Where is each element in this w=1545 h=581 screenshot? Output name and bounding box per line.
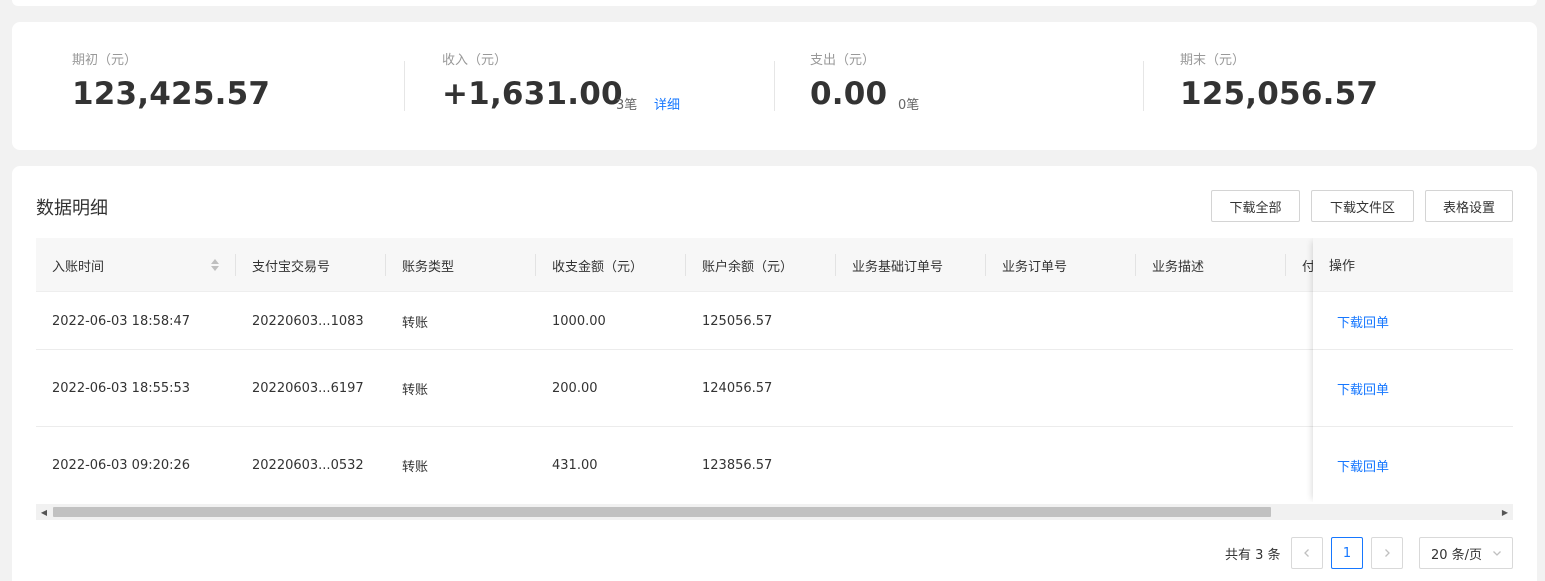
cell-amount: 200.00 bbox=[552, 380, 598, 396]
cell-trade-no: 20220603...6197 bbox=[252, 380, 364, 396]
stat-expense-value: 0.00 bbox=[810, 76, 888, 112]
table-header: 入账时间 支付宝交易号 账务类型 收支金额（元） 账户余额（元） 业务基础订单号… bbox=[36, 238, 1513, 292]
prev-page-button[interactable] bbox=[1291, 537, 1323, 569]
stat-closing-label: 期末（元） bbox=[1180, 53, 1246, 68]
stat-opening-value: 123,425.57 bbox=[72, 76, 271, 112]
page-size-select[interactable]: 20 条/页 bbox=[1419, 537, 1513, 569]
stat-income-value: +1,631.00 bbox=[442, 76, 623, 112]
col-header-time[interactable]: 入账时间 bbox=[36, 238, 236, 292]
cell-balance: 125056.57 bbox=[702, 313, 773, 329]
cell-type: 转账 bbox=[402, 459, 429, 475]
download-receipt-link[interactable]: 下载回单 bbox=[1313, 350, 1513, 427]
col-header-balance: 账户余额（元） bbox=[702, 259, 794, 275]
data-table: 入账时间 支付宝交易号 账务类型 收支金额（元） 账户余额（元） 业务基础订单号… bbox=[36, 238, 1513, 502]
stat-expense-count: 0笔 bbox=[898, 98, 920, 113]
col-header-desc: 业务描述 bbox=[1152, 259, 1205, 275]
stat-closing-value: 125,056.57 bbox=[1180, 76, 1379, 112]
divider bbox=[774, 61, 775, 111]
divider bbox=[404, 61, 405, 111]
download-files-button[interactable]: 下载文件区 bbox=[1311, 190, 1414, 222]
stat-income-label: 收入（元） bbox=[442, 53, 508, 68]
col-header-trade-no: 支付宝交易号 bbox=[252, 259, 331, 275]
cell-balance: 123856.57 bbox=[702, 457, 773, 473]
col-header-base-order: 业务基础订单号 bbox=[852, 259, 944, 275]
divider bbox=[1143, 61, 1144, 111]
col-header-operation: 操作 bbox=[1313, 238, 1513, 292]
col-header-amount: 收支金额（元） bbox=[552, 259, 644, 275]
detail-panel: 数据明细 下载全部 下载文件区 表格设置 入账时间 支付宝交易号 账务类型 收支… bbox=[12, 166, 1537, 581]
page-1-button[interactable]: 1 bbox=[1331, 537, 1363, 569]
cell-type: 转账 bbox=[402, 382, 429, 398]
stat-income-count: 3笔 bbox=[616, 98, 638, 113]
scroll-thumb[interactable] bbox=[53, 507, 1271, 517]
scroll-left-icon[interactable]: ◀ bbox=[36, 504, 52, 520]
operation-column: 操作 下载回单 下载回单 下载回单 bbox=[1313, 238, 1513, 502]
stat-expense-label: 支出（元） bbox=[810, 53, 876, 68]
cell-balance: 124056.57 bbox=[702, 380, 773, 396]
table-row: 2022-06-03 09:20:26 20220603...0532 转账 4… bbox=[36, 427, 1513, 502]
cell-type: 转账 bbox=[402, 315, 429, 331]
cell-time: 2022-06-03 09:20:26 bbox=[52, 457, 191, 473]
chevron-down-icon bbox=[1493, 551, 1501, 556]
chevron-right-icon bbox=[1385, 549, 1390, 557]
income-detail-link[interactable]: 详细 bbox=[654, 94, 680, 113]
horizontal-scrollbar[interactable]: ◀ ▶ bbox=[36, 504, 1513, 520]
stat-opening-label: 期初（元） bbox=[72, 53, 138, 68]
chevron-left-icon bbox=[1304, 549, 1309, 557]
pagination-total: 共有 3 条 bbox=[1225, 548, 1281, 563]
detail-title: 数据明细 bbox=[36, 198, 108, 219]
sort-icon[interactable] bbox=[210, 258, 220, 272]
cell-trade-no: 20220603...1083 bbox=[252, 313, 364, 329]
cell-amount: 431.00 bbox=[552, 457, 598, 473]
page-size-value: 20 条/页 bbox=[1431, 547, 1483, 563]
table-settings-button[interactable]: 表格设置 bbox=[1425, 190, 1513, 222]
top-panel-edge bbox=[12, 0, 1537, 6]
summary-panel: 期初（元） 123,425.57 收入（元） +1,631.00 3笔 详细 支… bbox=[12, 22, 1537, 150]
download-all-button[interactable]: 下载全部 bbox=[1211, 190, 1300, 222]
download-receipt-link[interactable]: 下载回单 bbox=[1313, 293, 1513, 350]
cell-amount: 1000.00 bbox=[552, 313, 606, 329]
col-header-type: 账务类型 bbox=[402, 259, 455, 275]
table-row: 2022-06-03 18:58:47 20220603...1083 转账 1… bbox=[36, 293, 1513, 350]
download-receipt-link[interactable]: 下载回单 bbox=[1313, 427, 1513, 502]
scroll-right-icon[interactable]: ▶ bbox=[1497, 504, 1513, 520]
cell-trade-no: 20220603...0532 bbox=[252, 457, 364, 473]
table-row: 2022-06-03 18:55:53 20220603...6197 转账 2… bbox=[36, 350, 1513, 427]
col-header-order: 业务订单号 bbox=[1002, 259, 1068, 275]
cell-time: 2022-06-03 18:55:53 bbox=[52, 380, 191, 396]
cell-time: 2022-06-03 18:58:47 bbox=[52, 313, 191, 329]
next-page-button[interactable] bbox=[1371, 537, 1403, 569]
